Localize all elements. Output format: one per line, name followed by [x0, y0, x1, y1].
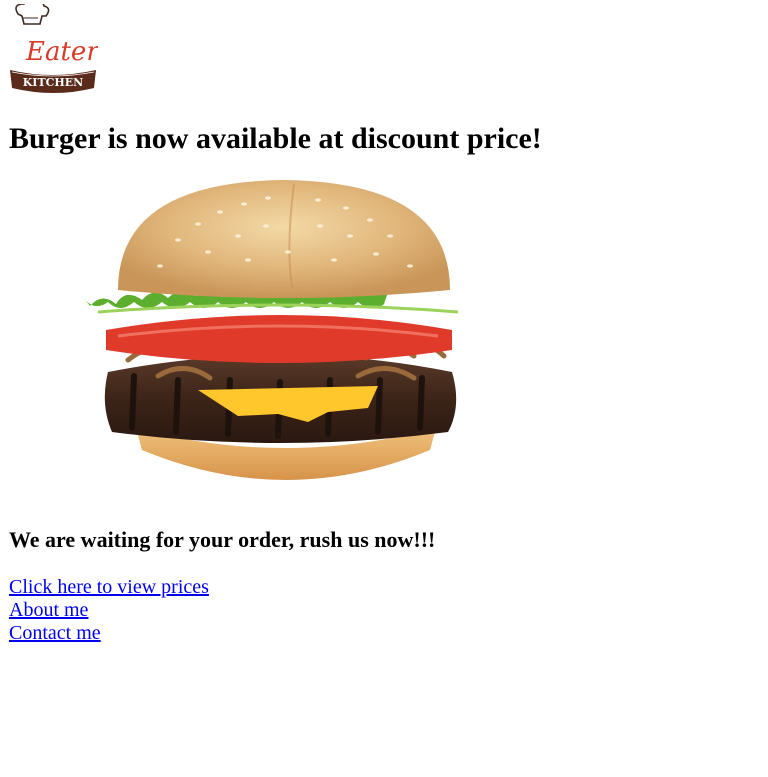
logo-script-text: Eatery [25, 37, 98, 67]
burger-image [84, 180, 459, 480]
about-me-link[interactable]: About me [9, 599, 209, 622]
page-title: Burger is now available at discount pric… [9, 122, 542, 155]
nav-links: Click here to view prices About me Conta… [9, 576, 209, 645]
contact-me-link[interactable]: Contact me [9, 622, 209, 645]
chef-hat-icon [15, 4, 50, 25]
logo-banner-text: KITCHEN [23, 76, 83, 89]
logo-banner: KITCHEN [10, 70, 96, 93]
eatery-kitchen-logo: Eatery KITCHEN [10, 4, 98, 93]
view-prices-link[interactable]: Click here to view prices [9, 576, 209, 599]
order-prompt: We are waiting for your order, rush us n… [9, 527, 436, 552]
